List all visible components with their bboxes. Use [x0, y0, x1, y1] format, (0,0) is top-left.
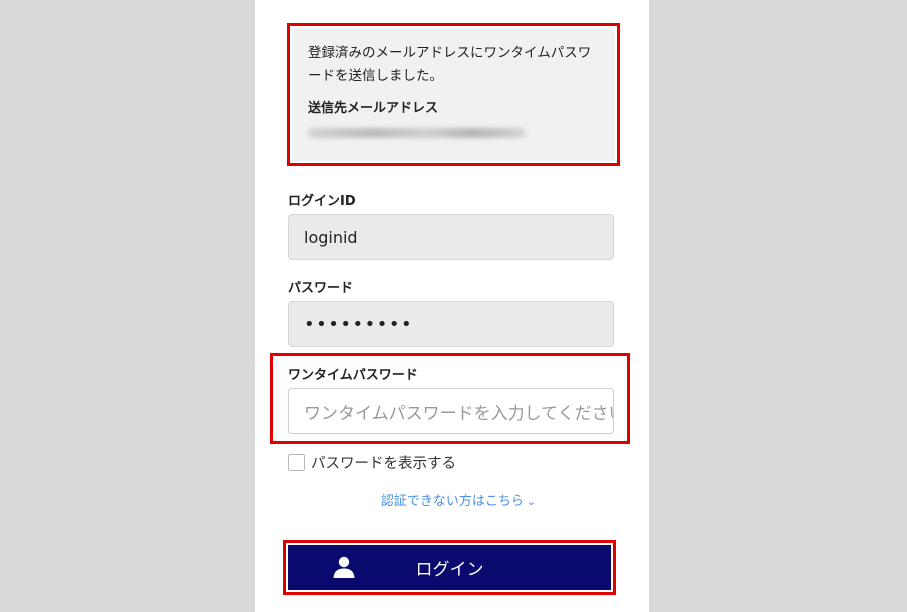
show-password-checkbox[interactable]: [288, 454, 305, 471]
login-id-input[interactable]: loginid: [288, 214, 614, 260]
chevron-down-icon: ⌄: [526, 495, 537, 508]
password-value: •••••••••: [304, 313, 414, 335]
password-label: パスワード: [288, 281, 354, 296]
help-link[interactable]: 認証できない方はこちら ⌄: [0, 490, 907, 509]
show-password-toggle[interactable]: パスワードを表示する: [288, 452, 456, 473]
login-id-label: ログインID: [288, 194, 356, 209]
login-id-value: loginid: [304, 227, 358, 247]
otp-label: ワンタイムパスワード: [288, 368, 418, 383]
notice-email-label: 送信先メールアドレス: [308, 101, 439, 116]
otp-input[interactable]: ワンタイムパスワードを入力してください: [288, 388, 614, 434]
show-password-label: パスワードを表示する: [311, 456, 456, 472]
login-button-label: ログイン: [415, 560, 484, 580]
otp-placeholder: ワンタイムパスワードを入力してください: [304, 403, 614, 424]
login-button[interactable]: ログイン: [288, 545, 611, 590]
help-link-text: 認証できない方はこちら: [380, 494, 524, 509]
blurred-email-address: [308, 128, 526, 138]
otp-sent-notice: 登録済みのメールアドレスにワンタイムパスワードを送信しました。 送信先メールアド…: [292, 28, 615, 161]
notice-message: 登録済みのメールアドレスにワンタイムパスワードを送信しました。: [308, 45, 592, 84]
password-input[interactable]: •••••••••: [288, 301, 614, 347]
